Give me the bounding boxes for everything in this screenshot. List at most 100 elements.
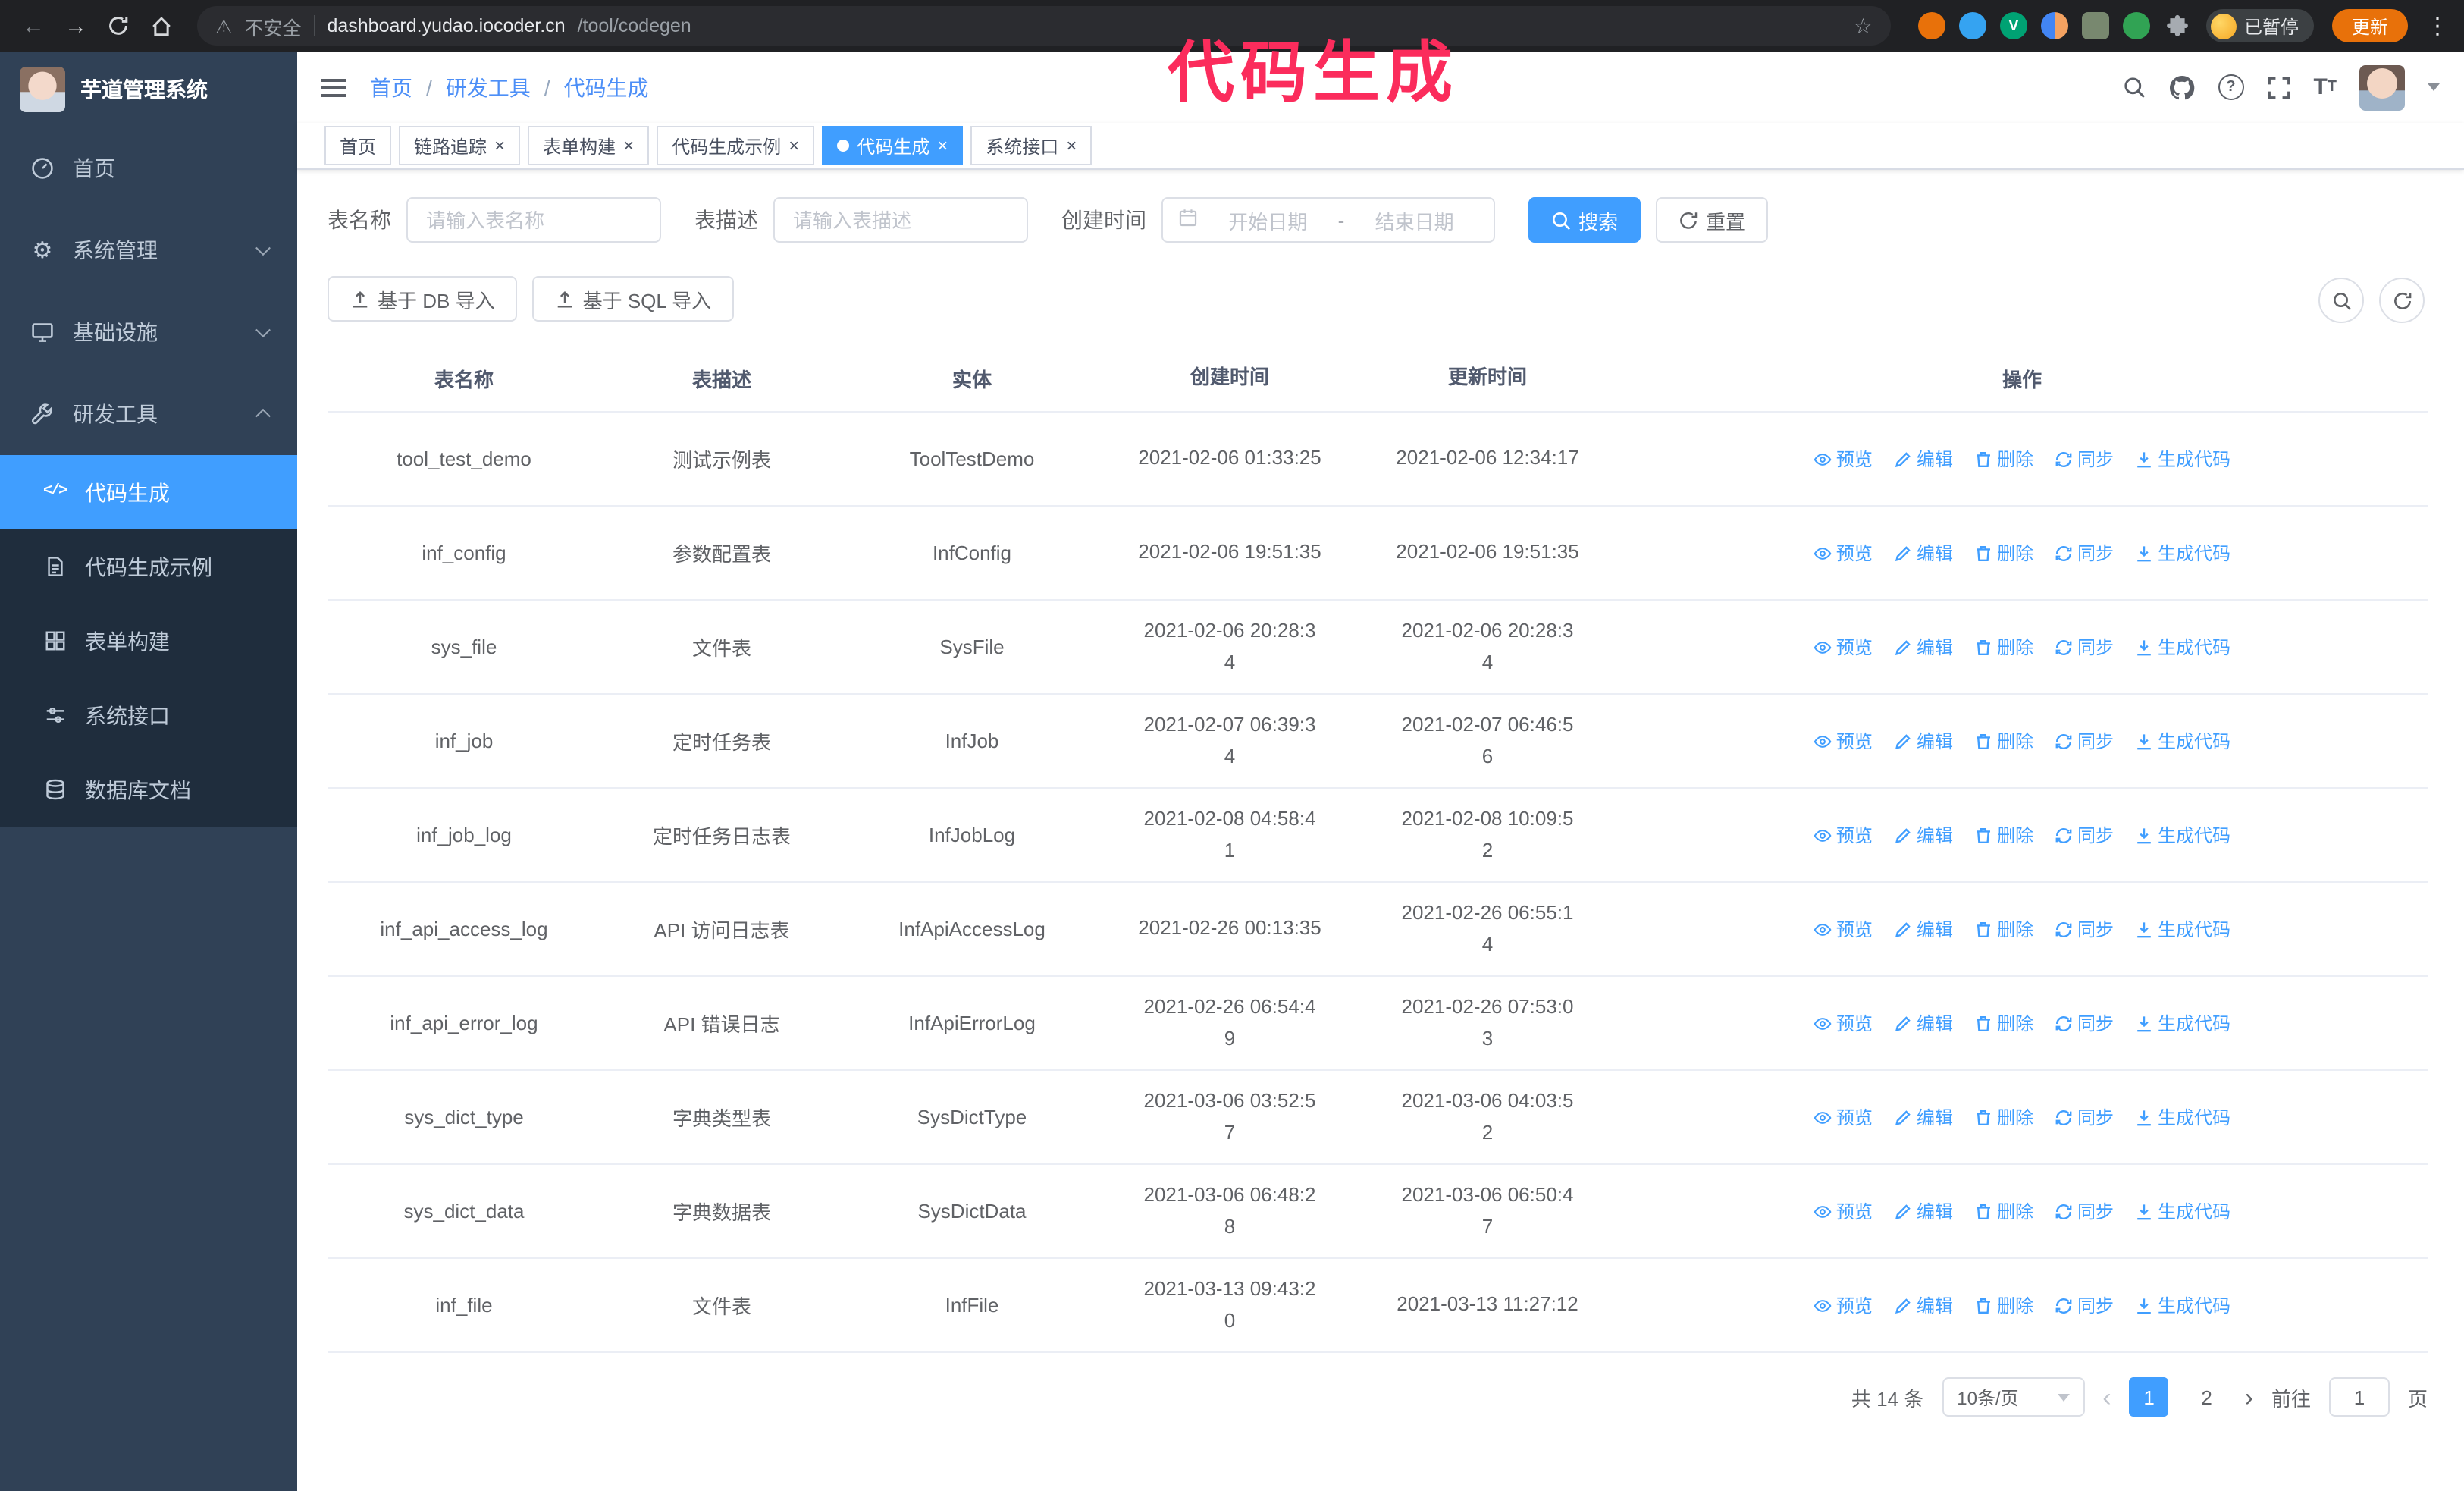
preview-link[interactable]: 预览 xyxy=(1814,1292,1873,1318)
table-desc-input[interactable] xyxy=(773,197,1028,243)
preview-link[interactable]: 预览 xyxy=(1814,1010,1873,1036)
sidebar-item-form-builder[interactable]: 表单构建 xyxy=(0,604,297,678)
edit-link[interactable]: 编辑 xyxy=(1894,822,1953,848)
next-page-icon[interactable]: › xyxy=(2245,1384,2253,1410)
toggle-search-button[interactable] xyxy=(2318,278,2364,323)
delete-link[interactable]: 删除 xyxy=(1974,1292,2033,1318)
preview-link[interactable]: 预览 xyxy=(1814,446,1873,472)
sidebar-item-codegen[interactable]: </> 代码生成 xyxy=(0,455,297,529)
refresh-table-button[interactable] xyxy=(2379,278,2425,323)
edit-link[interactable]: 编辑 xyxy=(1894,446,1953,472)
close-icon[interactable]: × xyxy=(1066,137,1077,155)
edit-link[interactable]: 编辑 xyxy=(1894,728,1953,754)
browser-menu-icon[interactable]: ⋮ xyxy=(2426,12,2449,39)
page-button-1[interactable]: 1 xyxy=(2129,1377,2169,1417)
preview-link[interactable]: 预览 xyxy=(1814,822,1873,848)
sidebar-item-infra[interactable]: 基础设施 xyxy=(0,291,297,373)
edit-link[interactable]: 编辑 xyxy=(1894,540,1953,566)
generate-code-link[interactable]: 生成代码 xyxy=(2135,822,2230,848)
browser-update-button[interactable]: 更新 xyxy=(2331,9,2408,42)
edit-link[interactable]: 编辑 xyxy=(1894,1198,1953,1224)
font-size-icon[interactable]: TT xyxy=(2313,76,2337,99)
breadcrumb-devtools[interactable]: 研发工具 xyxy=(446,72,531,102)
generate-code-link[interactable]: 生成代码 xyxy=(2135,728,2230,754)
delete-link[interactable]: 删除 xyxy=(1974,728,2033,754)
table-name-input[interactable] xyxy=(406,197,661,243)
extension-icon-people[interactable] xyxy=(2040,12,2068,39)
sync-link[interactable]: 同步 xyxy=(2055,634,2114,660)
edit-link[interactable]: 编辑 xyxy=(1894,916,1953,942)
sync-link[interactable]: 同步 xyxy=(2055,1198,2114,1224)
prev-page-icon[interactable]: ‹ xyxy=(2102,1384,2111,1410)
help-icon[interactable]: ? xyxy=(2218,74,2244,100)
breadcrumb-codegen[interactable]: 代码生成 xyxy=(564,72,649,102)
close-icon[interactable]: × xyxy=(623,137,634,155)
sidebar-item-devtools[interactable]: 研发工具 xyxy=(0,373,297,455)
extensions-puzzle-icon[interactable] xyxy=(2164,12,2191,39)
delete-link[interactable]: 删除 xyxy=(1974,634,2033,660)
extension-icon-v[interactable]: V xyxy=(1999,12,2027,39)
generate-code-link[interactable]: 生成代码 xyxy=(2135,446,2230,472)
edit-link[interactable]: 编辑 xyxy=(1894,1010,1953,1036)
import-db-button[interactable]: 基于 DB 导入 xyxy=(328,276,518,322)
delete-link[interactable]: 删除 xyxy=(1974,1104,2033,1130)
browser-forward-icon[interactable]: → xyxy=(58,8,94,44)
browser-back-icon[interactable]: ← xyxy=(15,8,52,44)
generate-code-link[interactable]: 生成代码 xyxy=(2135,1292,2230,1318)
sync-link[interactable]: 同步 xyxy=(2055,540,2114,566)
extension-icon-capture[interactable] xyxy=(2081,12,2109,39)
reset-button[interactable]: 重置 xyxy=(1656,197,1769,243)
generate-code-link[interactable]: 生成代码 xyxy=(2135,916,2230,942)
sidebar-item-api[interactable]: 系统接口 xyxy=(0,678,297,752)
delete-link[interactable]: 删除 xyxy=(1974,540,2033,566)
address-bar[interactable]: ⚠ 不安全 dashboard.yudao.iocoder.cn/tool/co… xyxy=(197,6,1891,46)
import-sql-button[interactable]: 基于 SQL 导入 xyxy=(532,276,735,322)
preview-link[interactable]: 预览 xyxy=(1814,1104,1873,1130)
extension-icon-leaf[interactable] xyxy=(2122,12,2150,39)
preview-link[interactable]: 预览 xyxy=(1814,1198,1873,1224)
sidebar-item-db-doc[interactable]: 数据库文档 xyxy=(0,752,297,827)
tab-codegen-example[interactable]: 代码生成示例 × xyxy=(657,126,815,165)
generate-code-link[interactable]: 生成代码 xyxy=(2135,1104,2230,1130)
sync-link[interactable]: 同步 xyxy=(2055,1292,2114,1318)
generate-code-link[interactable]: 生成代码 xyxy=(2135,1010,2230,1036)
delete-link[interactable]: 删除 xyxy=(1974,446,2033,472)
app-logo[interactable]: 芋道管理系统 xyxy=(0,52,297,127)
edit-link[interactable]: 编辑 xyxy=(1894,1292,1953,1318)
preview-link[interactable]: 预览 xyxy=(1814,634,1873,660)
sync-link[interactable]: 同步 xyxy=(2055,1010,2114,1036)
sync-link[interactable]: 同步 xyxy=(2055,916,2114,942)
goto-page-input[interactable] xyxy=(2328,1377,2390,1417)
preview-link[interactable]: 预览 xyxy=(1814,540,1873,566)
generate-code-link[interactable]: 生成代码 xyxy=(2135,540,2230,566)
close-icon[interactable]: × xyxy=(937,137,948,155)
sidebar-toggle-icon[interactable] xyxy=(321,78,346,96)
preview-link[interactable]: 预览 xyxy=(1814,728,1873,754)
delete-link[interactable]: 删除 xyxy=(1974,1010,2033,1036)
page-button-2[interactable]: 2 xyxy=(2187,1377,2227,1417)
edit-link[interactable]: 编辑 xyxy=(1894,1104,1953,1130)
user-avatar[interactable] xyxy=(2359,64,2405,110)
sync-link[interactable]: 同步 xyxy=(2055,822,2114,848)
extension-icon-blue-drop[interactable] xyxy=(1958,12,1986,39)
bookmark-star-icon[interactable]: ☆ xyxy=(1854,13,1873,39)
close-icon[interactable]: × xyxy=(788,137,799,155)
close-icon[interactable]: × xyxy=(494,137,505,155)
sync-link[interactable]: 同步 xyxy=(2055,1104,2114,1130)
sidebar-item-system[interactable]: ⚙ 系统管理 xyxy=(0,209,297,291)
search-icon[interactable] xyxy=(2122,76,2145,99)
sync-link[interactable]: 同步 xyxy=(2055,728,2114,754)
github-icon[interactable] xyxy=(2168,74,2195,101)
edit-link[interactable]: 编辑 xyxy=(1894,634,1953,660)
search-button[interactable]: 搜索 xyxy=(1528,197,1641,243)
delete-link[interactable]: 删除 xyxy=(1974,916,2033,942)
date-range-picker[interactable]: 开始日期 - 结束日期 xyxy=(1161,197,1495,243)
generate-code-link[interactable]: 生成代码 xyxy=(2135,634,2230,660)
delete-link[interactable]: 删除 xyxy=(1974,822,2033,848)
profile-paused-badge[interactable]: 已暂停 xyxy=(2205,9,2314,42)
preview-link[interactable]: 预览 xyxy=(1814,916,1873,942)
delete-link[interactable]: 删除 xyxy=(1974,1198,2033,1224)
generate-code-link[interactable]: 生成代码 xyxy=(2135,1198,2230,1224)
tab-api[interactable]: 系统接口 × xyxy=(970,126,1092,165)
sidebar-item-codegen-example[interactable]: 代码生成示例 xyxy=(0,529,297,604)
